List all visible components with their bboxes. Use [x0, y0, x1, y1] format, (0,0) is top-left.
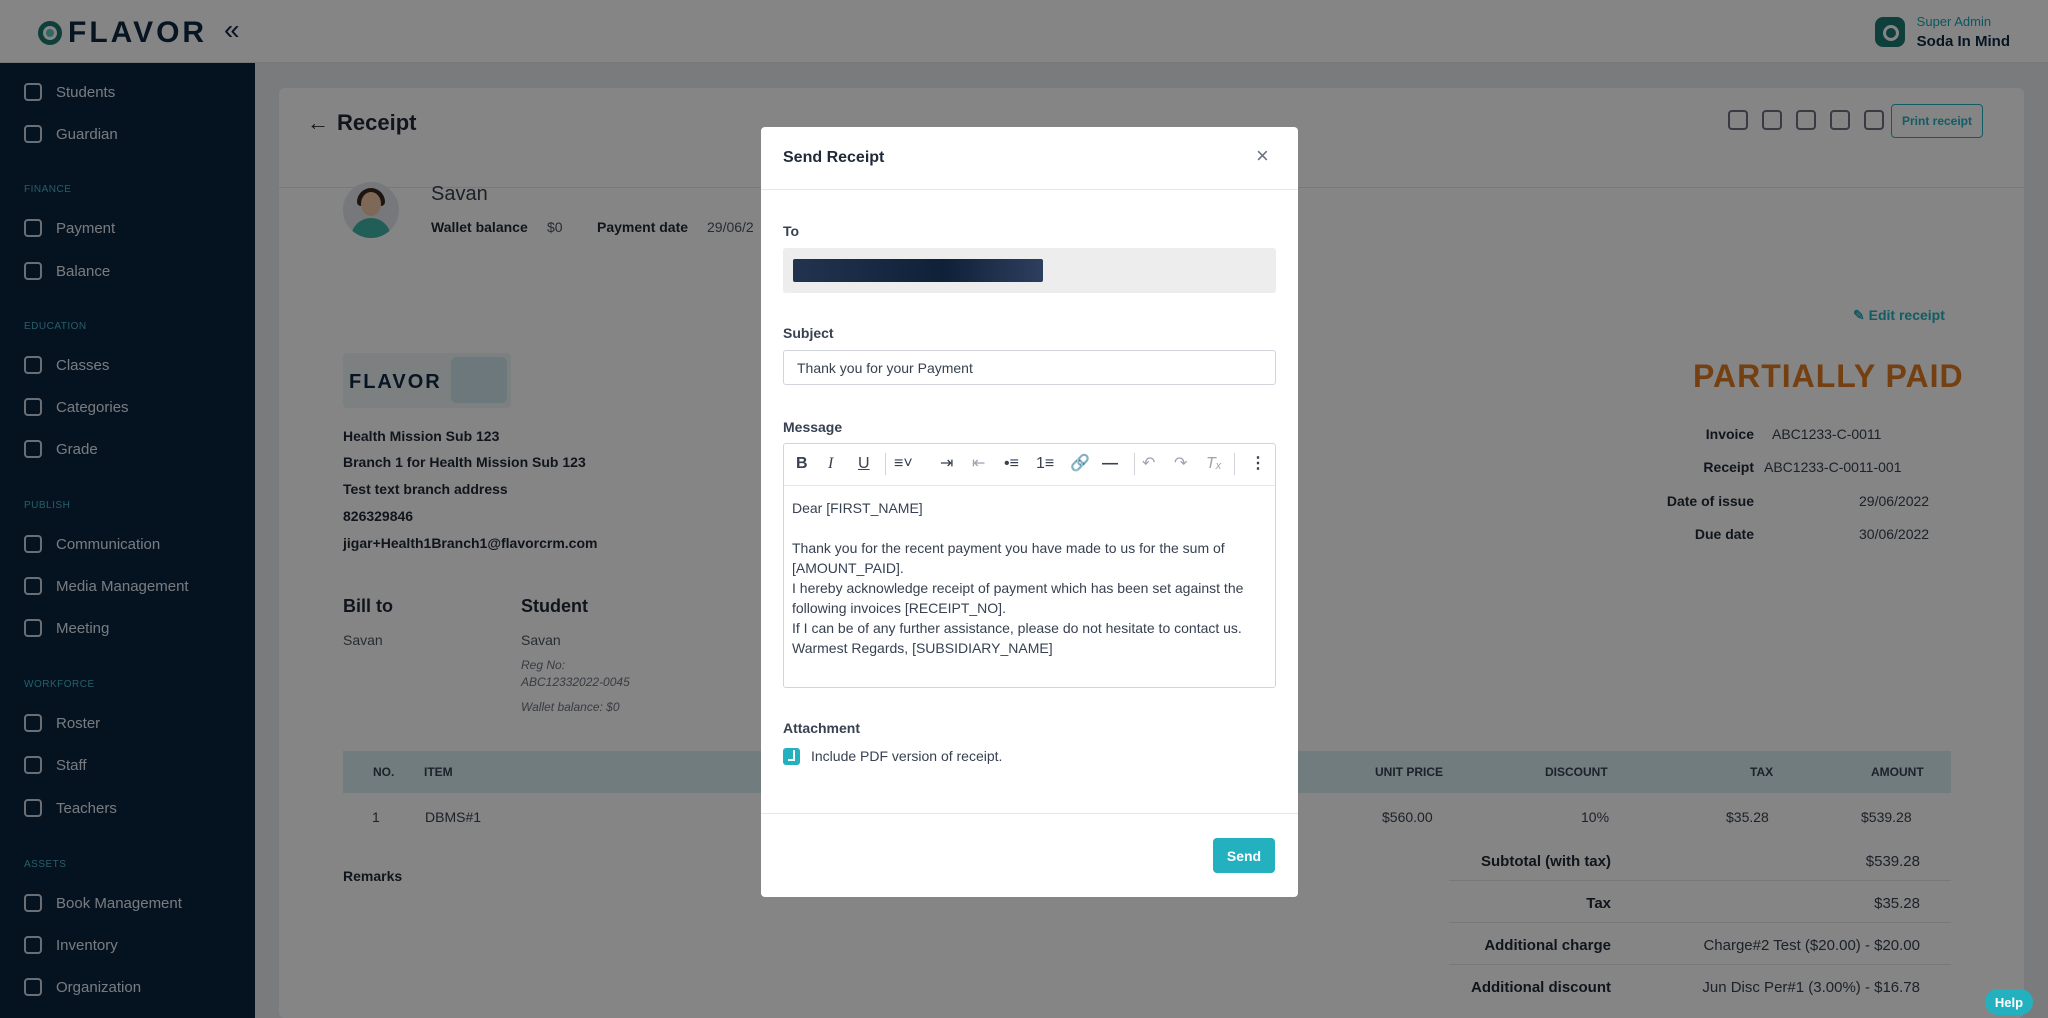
message-line: If I can be of any further assistance, p… — [792, 620, 1242, 636]
toolbar-separator — [885, 453, 886, 475]
subject-value: Thank you for your Payment — [797, 360, 973, 376]
send-receipt-modal: Send Receipt × To Subject Thank you for … — [761, 127, 1298, 897]
modal-footer-divider — [761, 813, 1298, 814]
bullet-list-icon[interactable]: •≡ — [1004, 454, 1019, 474]
numbered-list-icon[interactable]: 1≡ — [1036, 454, 1054, 474]
align-icon[interactable]: ≡˅ — [894, 454, 913, 474]
send-button[interactable]: Send — [1213, 838, 1275, 873]
horizontal-rule-icon[interactable]: — — [1102, 454, 1118, 474]
subject-input[interactable]: Thank you for your Payment — [783, 350, 1276, 385]
redo-icon[interactable]: ↷ — [1174, 454, 1187, 474]
message-line: Dear [FIRST_NAME] — [792, 500, 923, 516]
italic-icon[interactable]: I — [828, 454, 833, 474]
attachment-label: Attachment — [783, 720, 861, 736]
toolbar-separator — [1134, 453, 1135, 475]
message-line — [792, 518, 1270, 538]
clear-format-icon[interactable]: Tₓ — [1206, 454, 1222, 474]
subject-label: Subject — [783, 325, 834, 341]
outdent-icon[interactable]: ⇤ — [972, 454, 985, 474]
message-body[interactable]: Dear [FIRST_NAME] Thank you for the rece… — [792, 498, 1270, 658]
undo-icon[interactable]: ↶ — [1142, 454, 1155, 474]
message-editor[interactable]: B I U ≡˅ ⇥ ⇤ •≡ 1≡ 🔗 — ↶ ↷ Tₓ ⋮ Dear [FI… — [783, 443, 1276, 688]
message-label: Message — [783, 419, 843, 435]
modal-title: Send Receipt — [783, 149, 885, 166]
message-line: Thank you for the recent payment you hav… — [792, 540, 1225, 576]
editor-toolbar: B I U ≡˅ ⇥ ⇤ •≡ 1≡ 🔗 — ↶ ↷ Tₓ ⋮ — [784, 444, 1275, 486]
indent-icon[interactable]: ⇥ — [940, 454, 953, 474]
underline-icon[interactable]: U — [858, 454, 870, 474]
message-line: Warmest Regards, [SUBSIDIARY_NAME] — [792, 640, 1053, 656]
toolbar-separator — [1234, 453, 1235, 475]
help-button[interactable]: Help — [1985, 989, 2033, 1015]
include-pdf-checkbox[interactable] — [783, 748, 800, 765]
close-icon[interactable]: × — [1256, 145, 1269, 167]
link-icon[interactable]: 🔗 — [1070, 454, 1090, 474]
include-pdf-label[interactable]: Include PDF version of receipt. — [811, 748, 1002, 764]
modal-header: Send Receipt × — [761, 127, 1298, 190]
more-icon[interactable]: ⋮ — [1250, 454, 1266, 474]
to-label: To — [783, 223, 800, 239]
message-line: I hereby acknowledge receipt of payment … — [792, 580, 1244, 616]
bold-icon[interactable]: B — [796, 454, 808, 474]
to-field[interactable] — [783, 248, 1276, 293]
redacted-recipient — [793, 259, 1043, 282]
